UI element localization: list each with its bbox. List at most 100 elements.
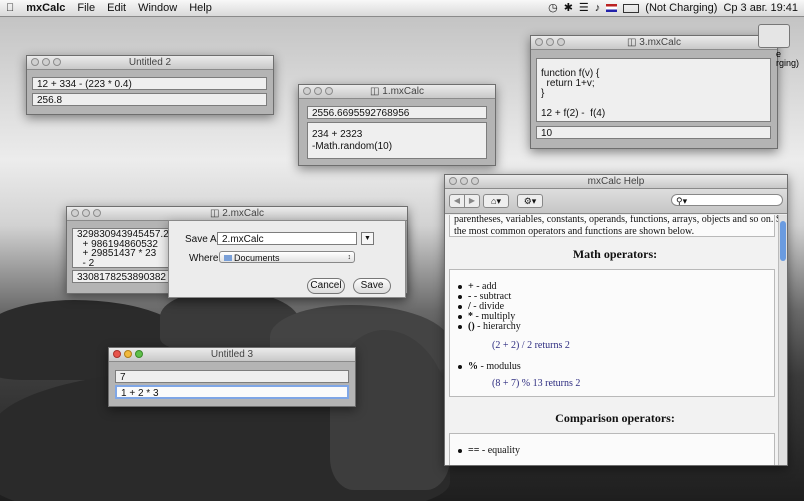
battery-icon[interactable] — [623, 3, 640, 13]
apple-menu-icon[interactable]:  — [0, 0, 20, 16]
titlebar[interactable]: mxCalc Help — [445, 175, 787, 189]
comparison-ops-box: == - equality — [449, 433, 775, 465]
titlebar[interactable]: ◫ 2.mxCalc — [67, 207, 407, 221]
minimize-button[interactable] — [82, 209, 90, 217]
menu-help[interactable]: Help — [183, 0, 218, 16]
save-button[interactable]: Save — [353, 278, 391, 294]
menu-bar:  mxCalc File Edit Window Help ◷ ✱ ☰ ♪ (… — [0, 0, 804, 17]
bluetooth-icon[interactable]: ✱ — [564, 0, 573, 16]
forward-button[interactable]: ▶ — [464, 194, 480, 208]
window-1-mxcalc[interactable]: ◫ 1.mxCalc 2556.6695592768956 234 + 2323… — [298, 84, 496, 166]
close-button[interactable] — [31, 58, 39, 66]
gear-icon: ⚙▾ — [523, 196, 537, 206]
action-button[interactable]: ⚙▾ — [517, 194, 543, 208]
menu-extras: ◷ ✱ ☰ ♪ (Not Charging) Ср 3 авг. 19:41 — [548, 0, 804, 16]
wifi-icon[interactable]: ☰ — [579, 0, 589, 16]
flag-icon[interactable] — [606, 4, 618, 12]
close-button[interactable] — [449, 177, 457, 185]
list-item: () - hierarchy — [458, 322, 521, 332]
close-button[interactable] — [303, 87, 311, 95]
close-button[interactable] — [113, 350, 121, 358]
scrollbar-thumb[interactable] — [780, 221, 786, 261]
window-title: 1.mxCalc — [382, 86, 424, 97]
window-untitled-2[interactable]: Untitled 2 12 + 334 - (223 * 0.4) 256.8 — [26, 55, 274, 115]
battery-status: (Not Charging) — [645, 2, 718, 14]
zoom-button[interactable] — [557, 38, 565, 46]
list-item: % - modulus — [458, 362, 521, 372]
menu-file[interactable]: File — [71, 0, 101, 16]
help-scrollbar[interactable] — [778, 215, 787, 465]
zoom-button[interactable] — [93, 209, 101, 217]
intro-box: parentheses, variables, constants, opera… — [449, 215, 779, 237]
desktop-drive-icon[interactable] — [758, 24, 790, 48]
expression-field[interactable]: 329830943945457.2 + 986194860532 + 29851… — [72, 228, 172, 268]
folder-icon — [224, 255, 232, 261]
expression-input[interactable]: 1 + 2 * 3 — [115, 385, 349, 399]
expand-disclosure-button[interactable]: ▼ — [361, 232, 374, 245]
help-toolbar: ◀ ▶ ⌂▾ ⚙▾ ⚲▾ — [445, 189, 787, 214]
zoom-button[interactable] — [135, 350, 143, 358]
where-value: Documents — [234, 253, 280, 263]
zoom-button[interactable] — [325, 87, 333, 95]
window-title: 2.mxCalc — [222, 208, 264, 219]
cancel-button[interactable]: Cancel — [307, 278, 345, 294]
expression-field[interactable]: 12 + 334 - (223 * 0.4) — [32, 77, 267, 90]
close-button[interactable] — [535, 38, 543, 46]
expression-field[interactable]: 234 + 2323 -Math.random(10) — [307, 122, 487, 159]
result-field[interactable]: 3308178253890382 — [72, 270, 172, 283]
intro-line-2: the most common operators and functions … — [454, 226, 695, 237]
intro-line-1: parentheses, variables, constants, opera… — [454, 215, 779, 225]
result-field[interactable]: 7 — [115, 370, 349, 383]
document-icon: ◫ — [370, 86, 383, 97]
close-button[interactable] — [71, 209, 79, 217]
titlebar[interactable]: ◫ 3.mxCalc — [531, 36, 777, 50]
save-dialog: Save As: 2.mxCalc ▼ Where: Documents ↕ C… — [168, 220, 406, 298]
minimize-button[interactable] — [460, 177, 468, 185]
list-item: == - equality — [458, 446, 520, 456]
window-3-mxcalc[interactable]: ◫ 3.mxCalc function f(v) { return 1+v; }… — [530, 35, 778, 149]
zoom-button[interactable] — [53, 58, 61, 66]
math-heading: Math operators: — [572, 247, 658, 261]
minimize-button[interactable] — [314, 87, 322, 95]
window-untitled-3[interactable]: Untitled 3 7 1 + 2 * 3 — [108, 347, 356, 407]
window-title: 3.mxCalc — [639, 37, 681, 48]
window-title: mxCalc Help — [587, 176, 645, 187]
minimize-button[interactable] — [124, 350, 132, 358]
save-as-input[interactable]: 2.mxCalc — [217, 232, 357, 245]
minimize-button[interactable] — [546, 38, 554, 46]
comparison-heading: Comparison operators: — [555, 411, 675, 425]
menu-app-name[interactable]: mxCalc — [20, 0, 71, 16]
home-button[interactable]: ⌂▾ — [483, 194, 509, 208]
desktop-icon-label: e rging) — [776, 49, 800, 68]
result-field[interactable]: 2556.6695592768956 — [307, 106, 487, 119]
search-icon: ⚲▾ — [676, 196, 688, 206]
where-label: Where: — [189, 253, 222, 264]
home-icon: ⌂▾ — [491, 196, 501, 206]
updown-icon: ↕ — [347, 254, 352, 261]
minimize-button[interactable] — [42, 58, 50, 66]
back-button[interactable]: ◀ — [449, 194, 465, 208]
titlebar[interactable]: ◫ 1.mxCalc — [299, 85, 495, 99]
clock[interactable]: Ср 3 авг. 19:41 — [723, 0, 798, 16]
menu-edit[interactable]: Edit — [101, 0, 132, 16]
window-title: Untitled 2 — [128, 57, 172, 68]
where-select[interactable]: Documents ↕ — [219, 251, 355, 263]
help-content: parentheses, variables, constants, opera… — [445, 215, 779, 465]
menu-window[interactable]: Window — [132, 0, 183, 16]
zoom-button[interactable] — [471, 177, 479, 185]
code-editor[interactable]: function f(v) { return 1+v; } 12 + f(2) … — [536, 58, 771, 122]
document-icon: ◫ — [627, 37, 640, 48]
result-field[interactable]: 10 — [536, 126, 771, 139]
example-2: (8 + 7) % 13 returns 2 — [492, 378, 581, 389]
example-1: (2 + 2) / 2 returns 2 — [492, 340, 570, 351]
titlebar[interactable]: Untitled 3 — [109, 348, 355, 362]
titlebar[interactable]: Untitled 2 — [27, 56, 273, 70]
result-field[interactable]: 256.8 — [32, 93, 267, 106]
help-search-input[interactable]: ⚲▾ — [671, 194, 783, 206]
time-machine-icon[interactable]: ◷ — [548, 0, 558, 16]
volume-icon[interactable]: ♪ — [595, 0, 601, 16]
help-window[interactable]: mxCalc Help ◀ ▶ ⌂▾ ⚙▾ ⚲▾ parentheses, va… — [444, 174, 788, 466]
window-title: Untitled 3 — [210, 349, 254, 360]
math-ops-box: + - add - - subtract / - divide * - mult… — [449, 269, 775, 397]
document-icon: ◫ — [210, 208, 223, 219]
